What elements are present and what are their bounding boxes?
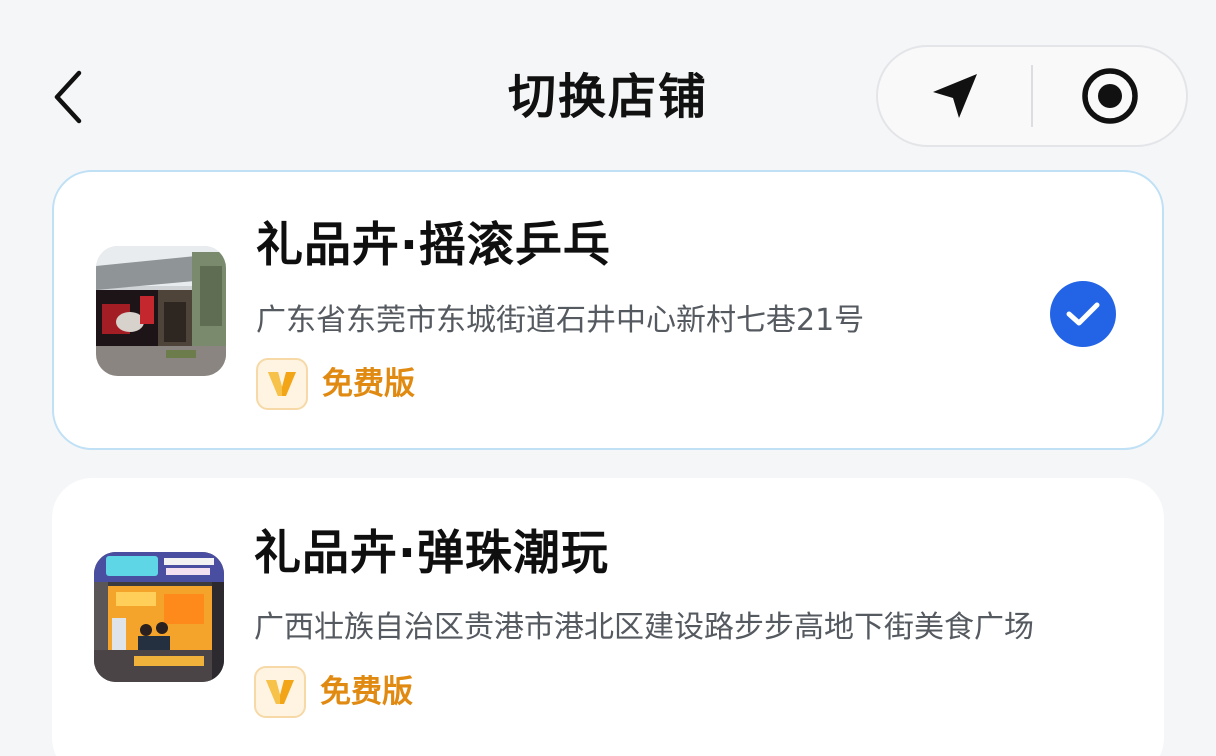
store-address: 广西壮族自治区贵港市港北区建设路步步高地下街美食广场: [254, 610, 1034, 645]
navigation-arrow-icon: [932, 74, 977, 118]
switch-store-page: 切换店铺 礼品卉·摇滚乒乓 广东省东莞市东城街道石井中心新村七巷21号 免费版 …: [0, 0, 1216, 756]
plan-tag: 免费版: [254, 666, 413, 718]
target-circle-icon: [1081, 68, 1138, 124]
store-card[interactable]: 礼品卉·摇滚乒乓 广东省东莞市东城街道石井中心新村七巷21号 免费版: [52, 170, 1164, 450]
v-badge-icon: [254, 666, 306, 718]
plan-label: 免费版: [320, 674, 413, 710]
store-thumbnail: [94, 552, 224, 682]
plan-label: 免费版: [322, 366, 415, 402]
mini-program-capsule: [876, 45, 1188, 147]
v-badge-icon: [256, 358, 308, 410]
store-thumbnail: [96, 246, 226, 376]
selected-check-icon[interactable]: [1050, 281, 1116, 347]
store-name: 礼品卉·摇滚乒乓: [256, 218, 611, 273]
store-card[interactable]: 礼品卉·弹珠潮玩 广西壮族自治区贵港市港北区建设路步步高地下街美食广场 免费版: [52, 478, 1164, 756]
locate-button[interactable]: [878, 47, 1031, 145]
store-name: 礼品卉·弹珠潮玩: [254, 526, 609, 581]
record-button[interactable]: [1033, 47, 1186, 145]
store-address: 广东省东莞市东城街道石井中心新村七巷21号: [256, 303, 865, 338]
plan-tag: 免费版: [256, 358, 415, 410]
